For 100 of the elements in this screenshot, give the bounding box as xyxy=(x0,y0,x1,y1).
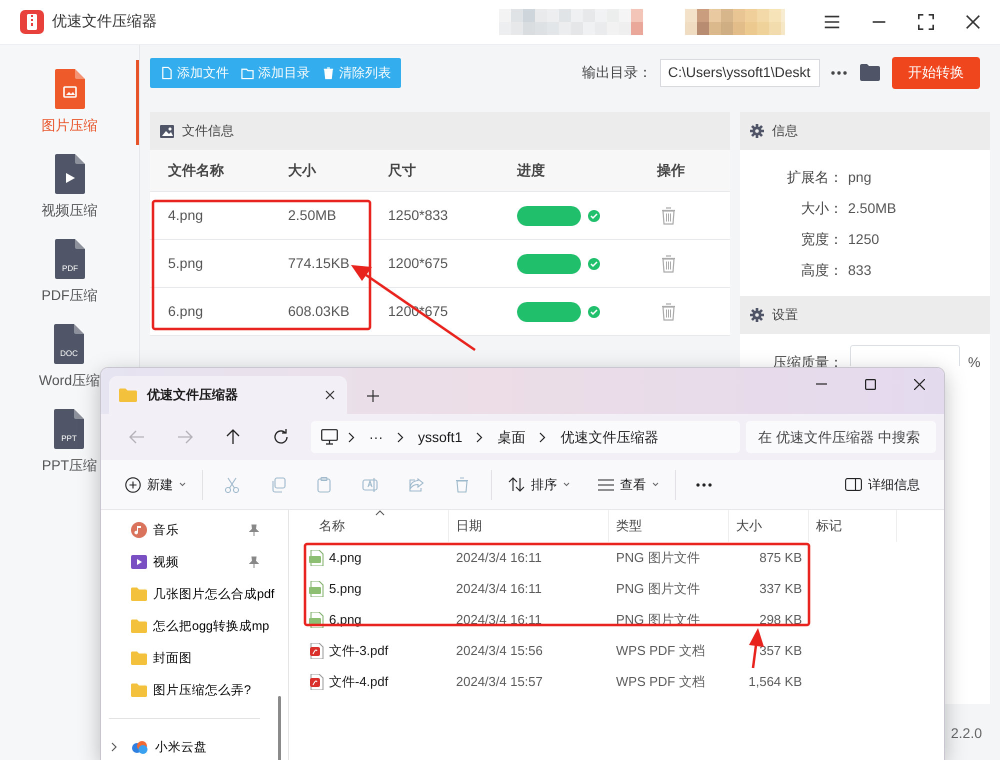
field-value: png xyxy=(847,168,872,187)
file-date: 2024/3/4 16:11 xyxy=(455,548,543,567)
nav-item[interactable]: 图片压缩怎么弄? xyxy=(101,674,287,706)
gear-icon xyxy=(750,308,764,322)
column-header[interactable]: 类型 xyxy=(609,510,729,542)
maximize-icon[interactable] xyxy=(865,379,876,390)
search-field[interactable]: 在 优速文件压缩器 中搜索 xyxy=(746,421,936,453)
file-name: 6.png xyxy=(168,302,204,321)
breadcrumb-item[interactable]: yssoft1 xyxy=(414,426,466,448)
more-icon[interactable] xyxy=(830,70,848,76)
refresh-icon[interactable] xyxy=(272,428,290,446)
sidebar-item[interactable]: PDF PDF压缩 xyxy=(42,239,98,306)
column-header: 进度 xyxy=(517,161,546,180)
pdf-file-icon xyxy=(309,674,324,690)
panel-title: 文件信息 xyxy=(182,122,234,140)
file-type: PNG 图片文件 xyxy=(615,580,701,598)
column-header[interactable]: 大小 xyxy=(729,510,809,542)
chevron-icon xyxy=(111,742,117,752)
folder-icon xyxy=(241,66,254,80)
image-dimensions: 1250*833 xyxy=(388,206,449,225)
panel-title: 信息 xyxy=(772,122,798,140)
image-icon xyxy=(160,124,174,138)
file-name[interactable]: 文件-3.pdf xyxy=(329,640,388,660)
file-size: 774.15KB xyxy=(288,254,350,273)
file-size: 357 KB xyxy=(758,642,803,660)
file-size: 298 KB xyxy=(758,610,803,629)
scrollbar-thumb[interactable] xyxy=(278,696,281,760)
caret-icon xyxy=(563,482,570,487)
file-size: 2.50MB xyxy=(288,206,338,225)
column-header[interactable]: 日期 xyxy=(449,510,609,542)
file-name[interactable]: 5.png xyxy=(329,578,362,598)
breadcrumb-item[interactable]: ··· xyxy=(365,426,387,448)
file-type: PNG 图片文件 xyxy=(615,548,701,567)
menu-icon[interactable] xyxy=(823,13,841,31)
breadcrumb-item[interactable]: 优速文件压缩器 xyxy=(556,426,662,448)
folder-icon xyxy=(119,388,137,402)
more-icon[interactable] xyxy=(696,482,712,486)
field-label: 大小： xyxy=(800,199,843,218)
app-logo-icon xyxy=(20,10,44,34)
column-header[interactable]: 标记 xyxy=(809,510,897,542)
nav-item[interactable]: 几张图片怎么合成pdf xyxy=(101,578,287,610)
breadcrumb-item[interactable]: 桌面 xyxy=(493,426,530,448)
up-arrow-icon[interactable] xyxy=(224,428,242,446)
new-button[interactable]: 新建 xyxy=(115,468,196,500)
output-path-field[interactable]: C:\Users\yssoft1\Deskt xyxy=(660,58,820,86)
file-icon xyxy=(160,66,173,80)
sidebar-item[interactable]: 视频压缩 xyxy=(42,154,98,221)
field-value: 1250 xyxy=(847,230,880,249)
sidebar-item[interactable]: PPT PPT压缩 xyxy=(42,409,98,476)
explorer-tab[interactable]: 优速文件压缩器 xyxy=(109,376,347,414)
folder-icon xyxy=(131,682,147,698)
field-label: 宽度： xyxy=(800,230,843,249)
close-icon[interactable] xyxy=(325,390,335,400)
progress-bar xyxy=(517,254,581,274)
sidebar-item[interactable]: DOC Word压缩 xyxy=(38,324,100,391)
close-icon[interactable] xyxy=(914,379,925,390)
image-file-icon xyxy=(54,69,84,109)
document-icon: DOC xyxy=(54,324,84,364)
file-name[interactable]: 文件-4.pdf xyxy=(329,672,388,692)
chevron-icon xyxy=(539,432,546,442)
nav-item[interactable]: 怎么把ogg转换成mp xyxy=(101,610,287,642)
close-icon[interactable] xyxy=(964,13,982,31)
file-name[interactable]: 4.png xyxy=(329,548,362,568)
details-pane-icon xyxy=(845,478,862,491)
view-button[interactable]: 查看 xyxy=(588,468,669,500)
plus-circle-icon xyxy=(125,476,141,492)
nav-item[interactable]: 视频 xyxy=(101,546,287,578)
progress-bar xyxy=(517,206,581,226)
nav-item[interactable]: 音乐 xyxy=(101,514,287,546)
column-header[interactable]: 名称 xyxy=(289,510,449,542)
image-dimensions: 1200*675 xyxy=(388,254,449,273)
pdf-file-icon xyxy=(309,642,324,658)
address-bar[interactable]: ··· yssoft1 桌面 优速文件压缩器 xyxy=(311,421,740,453)
file-type: WPS PDF 文档 xyxy=(615,642,706,660)
folder-icon xyxy=(131,586,147,602)
field-label: 高度： xyxy=(800,261,843,280)
sort-button[interactable]: 排序 xyxy=(498,468,580,500)
progress-bar xyxy=(517,302,581,322)
nav-item[interactable]: 封面图 xyxy=(101,642,287,674)
column-header: 尺寸 xyxy=(388,161,417,180)
list-view-icon xyxy=(598,478,614,490)
file-date: 2024/3/4 15:56 xyxy=(455,642,544,660)
image-file-icon xyxy=(309,550,324,566)
video-icon xyxy=(131,554,147,570)
trash-icon xyxy=(322,66,335,80)
file-size: 1,564 KB xyxy=(748,672,803,691)
chevron-icon xyxy=(397,432,404,442)
app-title: 优速文件压缩器 xyxy=(52,12,157,32)
folder-icon[interactable] xyxy=(860,64,880,81)
image-file-icon xyxy=(309,580,324,596)
start-button[interactable]: 开始转换 xyxy=(892,56,980,88)
column-header: 文件名称 xyxy=(168,161,225,180)
file-name: 5.png xyxy=(168,254,204,273)
video-file-icon xyxy=(54,154,84,194)
field-value: 2.50MB xyxy=(847,199,896,218)
plus-icon[interactable] xyxy=(367,390,379,402)
fullscreen-icon[interactable] xyxy=(917,13,935,31)
file-date: 2024/3/4 16:11 xyxy=(455,580,543,598)
file-name: 4.png xyxy=(168,206,204,225)
details-button[interactable]: 详细信息 xyxy=(835,468,930,500)
